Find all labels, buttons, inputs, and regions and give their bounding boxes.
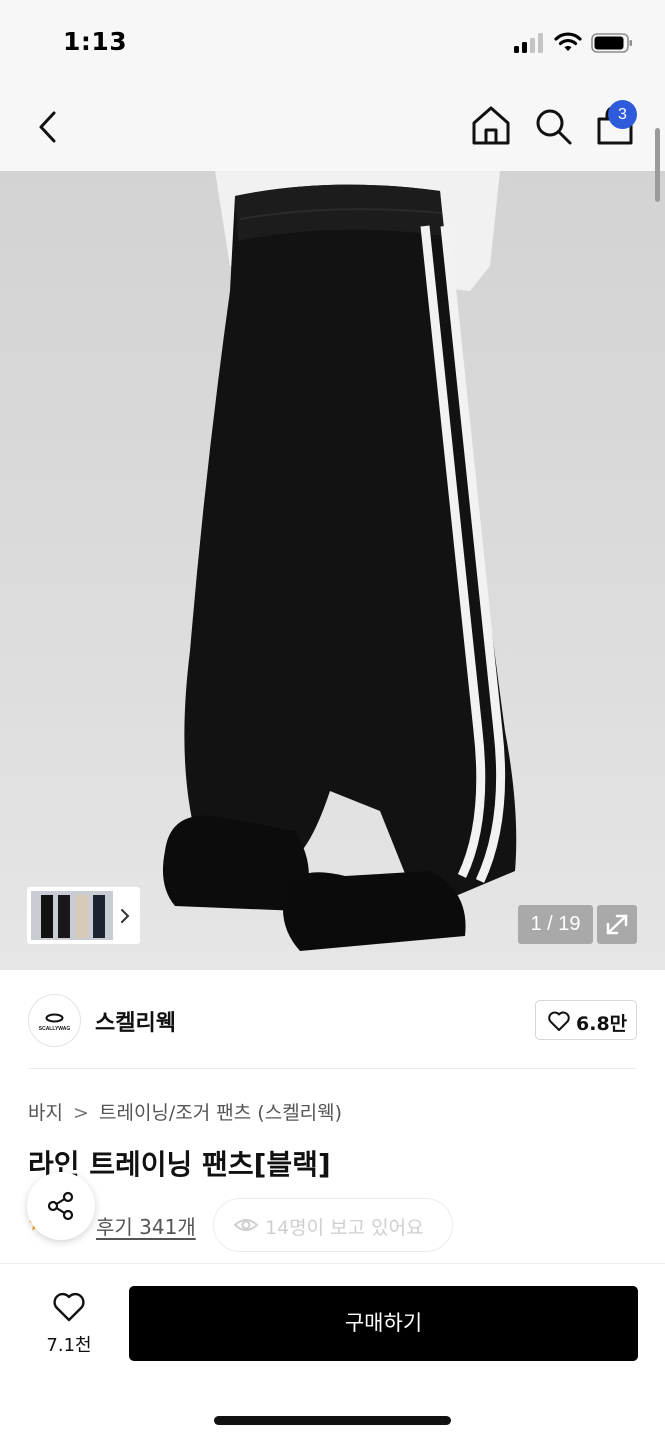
nav-bar	[0, 85, 665, 171]
variant-thumbnail-image	[31, 891, 113, 940]
brand-name[interactable]: 스켈리웩	[95, 1005, 176, 1037]
heart-icon	[53, 1292, 85, 1322]
chevron-right-icon	[121, 909, 130, 923]
breadcrumb-category[interactable]: 바지	[28, 1102, 63, 1124]
brand-logo[interactable]: SCALLYWAG	[28, 994, 81, 1047]
product-image[interactable]	[0, 171, 665, 970]
cellular-signal-icon	[514, 33, 546, 53]
eye-icon	[233, 1219, 259, 1231]
viewer-count-text: 14명이 보고 있어요	[265, 1217, 424, 1239]
scrollbar[interactable]	[655, 128, 660, 202]
color-variant-thumbnail[interactable]	[27, 887, 140, 944]
image-counter: 1 / 19	[518, 905, 593, 944]
brand-logo-text: SCALLYWAG	[38, 1026, 71, 1032]
review-link[interactable]: 후기 341개	[96, 1211, 196, 1240]
home-icon[interactable]	[468, 103, 514, 149]
expand-icon[interactable]	[597, 905, 637, 944]
brand-like-count: 6.8만	[576, 1013, 628, 1035]
back-button[interactable]	[30, 105, 70, 149]
wishlist-count: 7.1천	[46, 1335, 92, 1356]
cart-count-badge: 3	[608, 100, 637, 129]
share-button[interactable]	[27, 1172, 95, 1240]
buy-button[interactable]: 구매하기	[129, 1286, 638, 1361]
product-photo	[162, 171, 517, 951]
viewer-count-pill: 14명이 보고 있어요	[213, 1198, 453, 1252]
battery-icon	[591, 33, 632, 53]
share-icon	[47, 1191, 74, 1221]
heart-icon	[548, 1011, 570, 1031]
search-icon[interactable]	[530, 103, 576, 149]
divider	[28, 1068, 637, 1069]
home-indicator	[214, 1416, 451, 1425]
breadcrumb-subcategory[interactable]: 트레이닝/조거 팬츠 (스켈리웩)	[99, 1102, 342, 1124]
status-bar: 1:13	[0, 0, 665, 85]
brand-like-button[interactable]: 6.8만	[535, 1000, 637, 1040]
wishlist-button[interactable]: 7.1천	[38, 1289, 100, 1359]
breadcrumb: 바지 > 트레이닝/조거 팬츠 (스켈리웩)	[28, 1098, 342, 1125]
status-time: 1:13	[63, 27, 128, 56]
brand-logo-mark	[45, 1013, 64, 1023]
wifi-icon	[554, 32, 582, 51]
breadcrumb-separator: >	[73, 1102, 89, 1124]
